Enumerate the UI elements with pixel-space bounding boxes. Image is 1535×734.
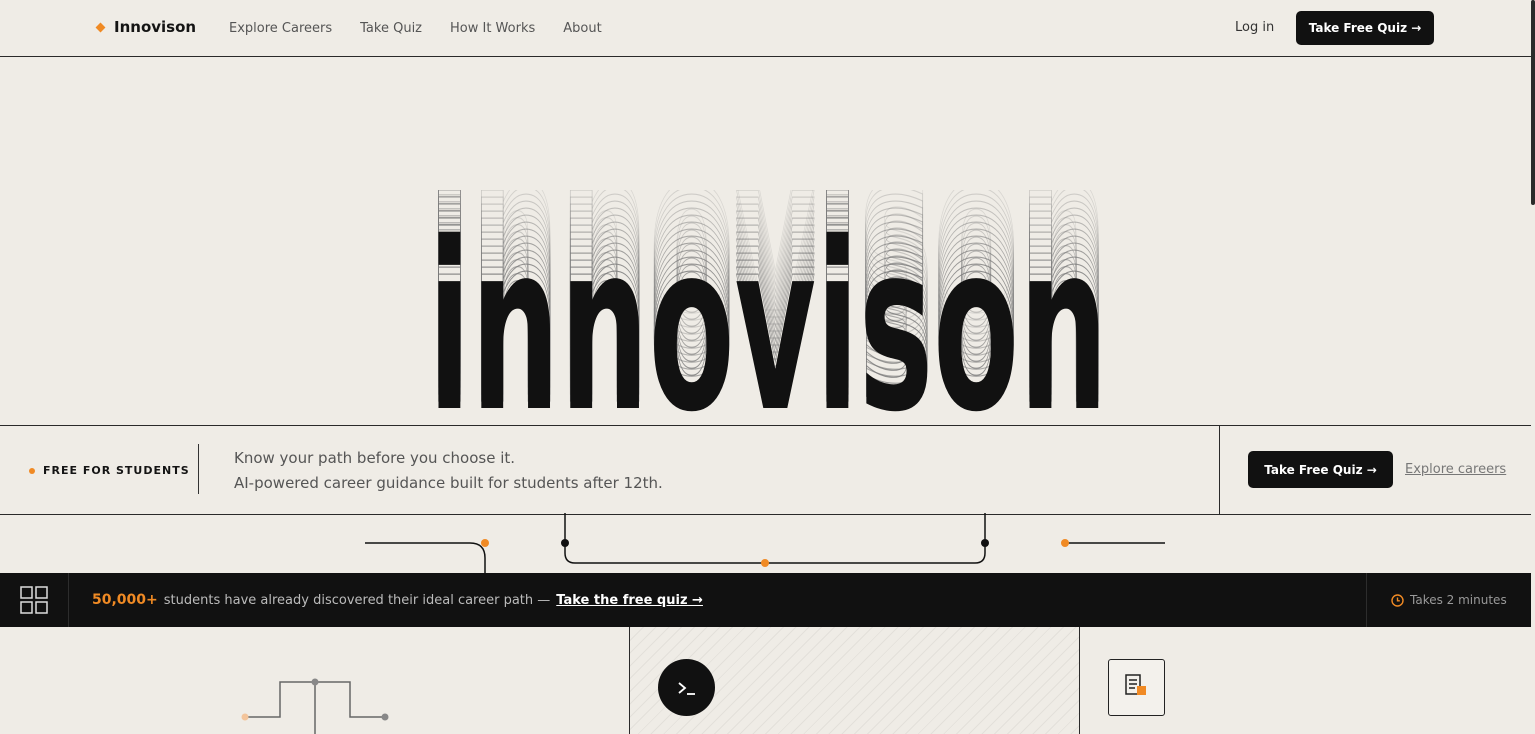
social-proof-text: 50,000+ students have already discovered… <box>92 592 703 608</box>
free-badge-label: FREE FOR STUDENTS <box>43 464 190 477</box>
divider <box>1219 426 1220 514</box>
quiz-duration-label: Takes 2 minutes <box>1410 593 1507 607</box>
divider <box>1079 627 1080 734</box>
diamond-icon <box>95 22 106 32</box>
brand-logo[interactable]: Innovison <box>95 18 197 36</box>
take-free-quiz-button[interactable]: Take Free Quiz → <box>1296 11 1434 45</box>
free-badge: FREE FOR STUDENTS <box>29 464 190 477</box>
clock-icon <box>1391 593 1404 607</box>
grid-icon[interactable] <box>20 586 48 614</box>
take-free-quiz-button-secondary[interactable]: Take Free Quiz → <box>1248 451 1393 488</box>
tagline-line-1: Know your path before you choose it. <box>234 449 516 467</box>
hero-word: innovison <box>428 193 1108 425</box>
social-proof-band: 50,000+ students have already discovered… <box>0 573 1531 627</box>
nav-link-how-it-works[interactable]: How It Works <box>450 21 535 36</box>
brand-name: Innovison <box>114 18 197 36</box>
nav-link-take-quiz[interactable]: Take Quiz <box>360 21 422 36</box>
document-icon[interactable] <box>1108 659 1165 716</box>
social-proof-message: students have already discovered their i… <box>163 592 551 608</box>
terminal-icon[interactable] <box>658 659 715 716</box>
circuit-decoration <box>365 513 1165 573</box>
divider <box>68 573 69 627</box>
path-diagram-icon <box>241 678 389 734</box>
divider <box>198 444 199 494</box>
hero-wordmark: innovison innovison innovison innovison inno… <box>0 190 1535 425</box>
scrollbar[interactable] <box>1531 0 1535 205</box>
student-count: 50,000+ <box>92 592 158 608</box>
nav-link-about[interactable]: About <box>563 21 601 36</box>
tagline-strip: FREE FOR STUDENTS Know your path before … <box>0 425 1531 515</box>
nav-link-explore-careers[interactable]: Explore Careers <box>229 21 332 36</box>
divider <box>1366 573 1367 627</box>
tagline: Know your path before you choose it. AI-… <box>234 446 663 496</box>
take-free-quiz-link[interactable]: Take the free quiz → <box>556 593 703 608</box>
explore-careers-link[interactable]: Explore careers <box>1405 462 1506 477</box>
top-nav: Innovison Explore Careers Take Quiz How … <box>0 0 1531 57</box>
quiz-duration: Takes 2 minutes <box>1391 593 1507 607</box>
feature-cards <box>0 627 1535 734</box>
login-link[interactable]: Log in <box>1235 20 1274 35</box>
dot-icon <box>29 467 35 474</box>
nav-links: Explore Careers Take Quiz How It Works A… <box>229 21 602 36</box>
tagline-line-2: AI-powered career guidance built for stu… <box>234 474 663 492</box>
